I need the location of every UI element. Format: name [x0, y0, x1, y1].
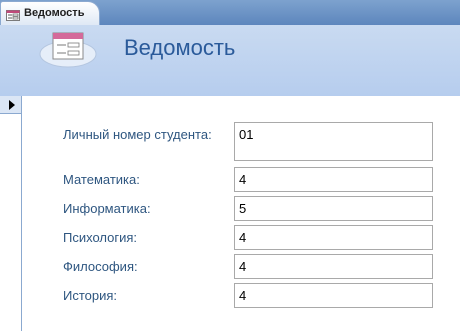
tab-vedomost[interactable]: Ведомость [0, 1, 100, 25]
psychology-value: 4 [239, 230, 247, 245]
tab-label: Ведомость [24, 7, 85, 19]
informatics-label: Информатика: [63, 201, 151, 216]
math-field[interactable]: 4 [234, 167, 433, 192]
philosophy-label: Философия: [63, 259, 138, 274]
form-logo-icon [38, 30, 98, 70]
math-value: 4 [239, 172, 247, 187]
philosophy-field[interactable]: 4 [234, 254, 433, 279]
document-tab-strip: Ведомость [0, 0, 460, 25]
psychology-label: Психология: [63, 230, 138, 245]
form-icon [6, 8, 20, 21]
history-value: 4 [239, 288, 247, 303]
psychology-field[interactable]: 4 [234, 225, 433, 250]
form-header: Ведомость [0, 25, 460, 96]
history-field[interactable]: 4 [234, 283, 433, 308]
student-number-label: Личный номер студента: [63, 127, 212, 142]
history-label: История: [63, 288, 118, 303]
record-selector[interactable] [0, 96, 22, 331]
student-number-value: 01 [239, 127, 254, 142]
philosophy-value: 4 [239, 259, 247, 274]
student-number-field[interactable]: 01 [234, 122, 433, 161]
math-label: Математика: [63, 172, 140, 187]
informatics-field[interactable]: 5 [234, 196, 433, 221]
page-title: Ведомость [124, 35, 236, 60]
current-record-arrow-icon [9, 100, 15, 110]
informatics-value: 5 [239, 201, 247, 216]
record-selector-current[interactable] [0, 96, 21, 114]
